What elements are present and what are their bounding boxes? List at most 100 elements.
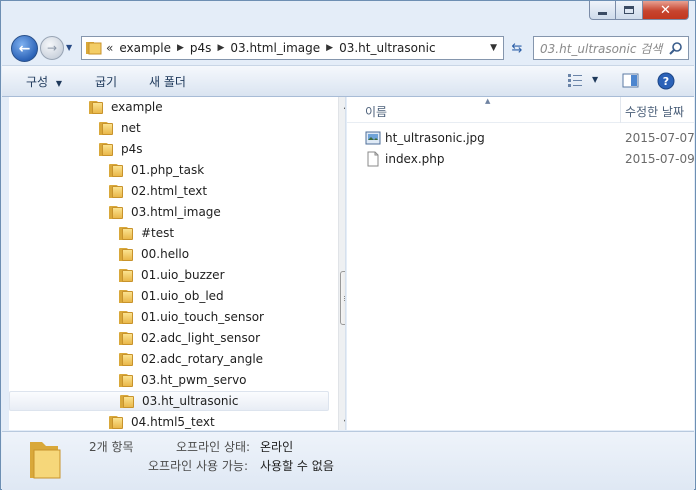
file-name: index.php	[385, 152, 445, 166]
offline-status-value: 온라인	[260, 440, 294, 454]
breadcrumb-overflow[interactable]: «	[106, 41, 113, 55]
tree-item[interactable]: #test	[9, 223, 329, 243]
tree-item[interactable]: 01.uio_ob_led	[9, 286, 329, 306]
tree-item-label: 03.html_image	[131, 205, 221, 219]
breadcrumb-example[interactable]: example	[113, 41, 177, 55]
folder-icon	[30, 442, 61, 479]
back-arrow-icon: ←	[18, 40, 31, 57]
breadcrumb-ht-ultrasonic[interactable]: 03.ht_ultrasonic	[333, 41, 441, 55]
tree-item-label: net	[121, 121, 141, 135]
tree-item[interactable]: example	[9, 97, 329, 117]
folder-icon	[119, 247, 135, 261]
file-row[interactable]: ht_ultrasonic.jpg	[365, 128, 485, 148]
tree-item-label: 03.ht_pwm_servo	[141, 373, 247, 387]
tree-item[interactable]: 03.ht_ultrasonic	[9, 391, 329, 411]
close-button[interactable]: ✕	[643, 1, 689, 20]
file-name: ht_ultrasonic.jpg	[385, 131, 485, 145]
folder-icon	[119, 373, 135, 387]
tree-item[interactable]: 04.html5_text	[9, 412, 329, 430]
tree-item-label: 01.uio_touch_sensor	[141, 310, 264, 324]
maximize-button[interactable]	[616, 1, 643, 20]
address-history-dropdown[interactable]: ▼	[490, 43, 497, 53]
tree-item-label: 02.adc_light_sensor	[141, 331, 261, 345]
recent-pages-dropdown[interactable]: ▼	[66, 43, 76, 52]
organize-button[interactable]: 구성 ▼	[26, 73, 62, 90]
breadcrumb-chevron-icon[interactable]: ▶	[217, 43, 224, 53]
tree-item-label: 03.ht_ultrasonic	[142, 394, 239, 408]
sort-ascending-icon: ▲	[485, 97, 491, 105]
navigation-pane: example net p4s 01.php_task 02.html_text 03.h…	[9, 97, 346, 430]
tree-item-label: 01.php_task	[131, 163, 205, 177]
back-button[interactable]: ←	[11, 35, 38, 62]
column-divider[interactable]	[620, 97, 621, 123]
chevron-down-icon: ▼	[66, 43, 73, 52]
address-bar[interactable]: « example ▶ p4s ▶ 03.html_image ▶ 03.ht_…	[81, 36, 504, 60]
tree-item-label: 00.hello	[141, 247, 190, 261]
search-icon[interactable]	[669, 41, 683, 55]
tree-item[interactable]: 02.adc_light_sensor	[9, 328, 329, 348]
view-options-dropdown[interactable]: ▼	[592, 75, 598, 84]
folder-icon	[119, 226, 135, 240]
scroll-thumb[interactable]	[340, 271, 345, 325]
folder-icon	[99, 142, 115, 156]
file-date: 2015-07-07	[625, 131, 694, 145]
caption-buttons: ✕	[589, 1, 689, 21]
folder-icon	[86, 42, 102, 55]
column-header: ▲ 이름 수정한 날짜	[347, 97, 694, 123]
tree-item[interactable]: 02.adc_rotary_angle	[9, 349, 329, 369]
tree-item-label: 02.adc_rotary_angle	[141, 352, 264, 366]
new-folder-button[interactable]: 새 폴더	[149, 73, 186, 90]
folder-icon	[99, 121, 115, 135]
address-row: ← → ▼ « example ▶ p4s ▶ 03.html_image ▶ …	[9, 31, 689, 63]
tree-item[interactable]: 01.php_task	[9, 160, 329, 180]
burn-button[interactable]: 굽기	[95, 73, 117, 90]
change-view-button[interactable]	[567, 72, 583, 91]
forward-button[interactable]: →	[40, 36, 64, 60]
tree-item-label: 01.uio_buzzer	[141, 268, 225, 282]
breadcrumb-chevron-icon[interactable]: ▶	[177, 43, 184, 53]
preview-pane-icon	[622, 73, 639, 88]
column-name[interactable]: 이름	[365, 103, 387, 120]
scroll-up-button[interactable]: ▲	[339, 97, 345, 113]
folder-icon	[119, 331, 135, 345]
close-icon: ✕	[660, 2, 671, 18]
tree-item[interactable]: 03.ht_pwm_servo	[9, 370, 329, 390]
search-input[interactable]: 03.ht_ultrasonic 검색	[533, 36, 689, 60]
folder-icon	[120, 394, 136, 408]
breadcrumb-html-image[interactable]: 03.html_image	[224, 41, 326, 55]
chevron-down-icon: ▼	[55, 79, 63, 88]
folder-icon	[89, 100, 105, 114]
refresh-button[interactable]: ⇆	[504, 36, 530, 60]
file-list-pane: ▲ 이름 수정한 날짜 ht_ultrasonic.jpg 2015-07-07…	[347, 97, 694, 430]
column-date-modified[interactable]: 수정한 날짜	[625, 103, 684, 120]
folder-icon	[119, 289, 135, 303]
navigation-scrollbar[interactable]: ▲ ▼	[338, 97, 345, 430]
tree-item[interactable]: 00.hello	[9, 244, 329, 264]
tree-item-label: #test	[141, 226, 175, 240]
tree-item[interactable]: p4s	[9, 139, 329, 159]
scroll-down-button[interactable]: ▼	[339, 414, 345, 430]
scroll-grip-icon	[344, 296, 345, 297]
tree-item[interactable]: 03.html_image	[9, 202, 329, 222]
minimize-button[interactable]	[589, 1, 616, 20]
tree-item-label: 04.html5_text	[131, 415, 215, 429]
folder-icon	[119, 352, 135, 366]
file-date: 2015-07-09	[625, 152, 694, 166]
maximize-icon	[624, 6, 634, 14]
tree-item[interactable]: 02.html_text	[9, 181, 329, 201]
tree-item[interactable]: 01.uio_touch_sensor	[9, 307, 329, 327]
tree-item[interactable]: 01.uio_buzzer	[9, 265, 329, 285]
preview-pane-button[interactable]	[622, 72, 640, 93]
explorer-window: ✕ ← → ▼ « example ▶ p4s ▶ 03.html_image …	[0, 0, 696, 490]
document-file-icon	[367, 151, 379, 167]
breadcrumb-chevron-icon[interactable]: ▶	[326, 43, 333, 53]
minimize-icon	[598, 11, 607, 15]
folder-icon	[109, 415, 125, 429]
refresh-icon: ⇆	[511, 40, 523, 56]
tree-item[interactable]: net	[9, 118, 329, 138]
breadcrumb-p4s[interactable]: p4s	[184, 41, 218, 55]
tree-item-label: 01.uio_ob_led	[141, 289, 224, 303]
organize-label: 구성	[26, 75, 49, 89]
help-button[interactable]: ?	[657, 72, 675, 93]
file-row[interactable]: index.php	[365, 149, 444, 169]
